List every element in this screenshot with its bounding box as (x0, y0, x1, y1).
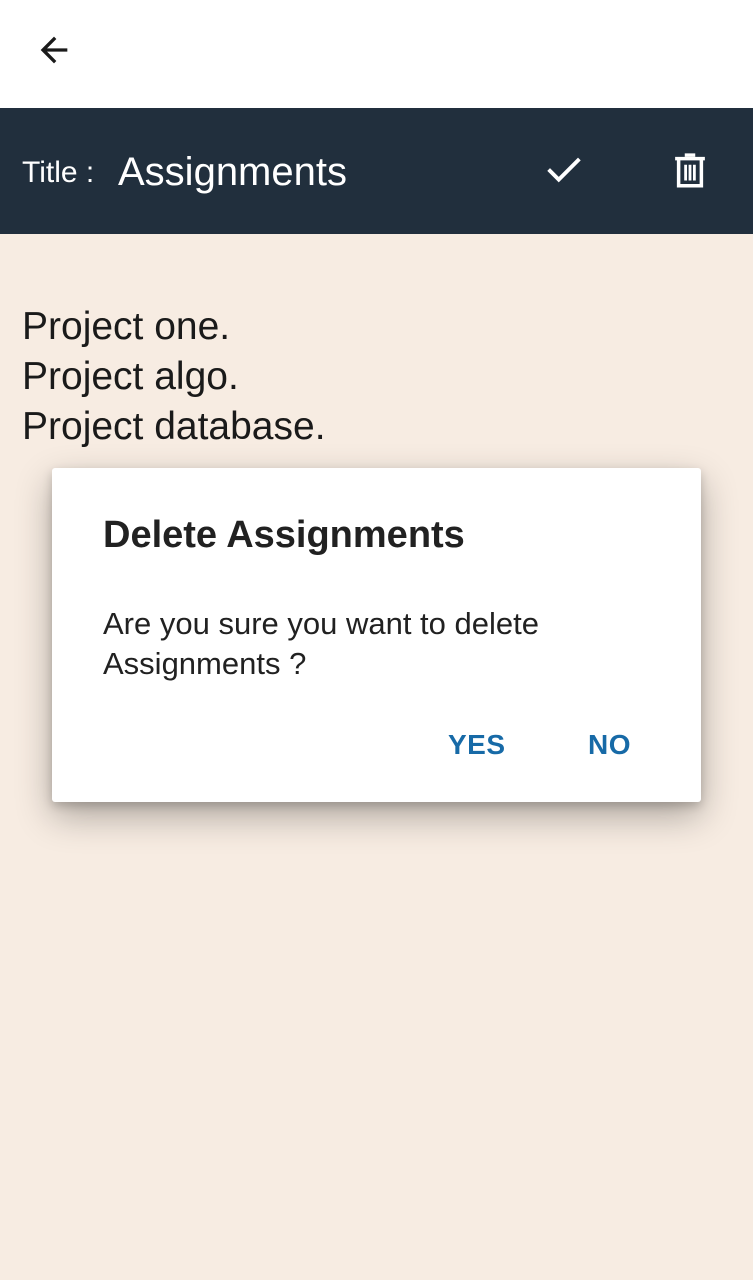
delete-confirm-dialog: Delete Assignments Are you sure you want… (52, 468, 701, 802)
dialog-title: Delete Assignments (103, 514, 465, 556)
dialog-message: Are you sure you want to delete Assignme… (103, 606, 539, 681)
note-line: Project database. (22, 405, 326, 448)
save-button[interactable] (530, 136, 598, 204)
no-button[interactable]: NO (574, 720, 645, 770)
back-button[interactable] (22, 18, 86, 82)
check-icon (547, 157, 581, 183)
yes-button[interactable]: YES (434, 720, 520, 770)
note-content[interactable]: Project one. Project algo. Project datab… (22, 302, 722, 452)
trash-icon (675, 153, 705, 188)
top-app-bar (0, 0, 753, 108)
title-label: Title : (22, 156, 95, 189)
arrow-left-icon (40, 36, 68, 64)
title-bar: Title : Assignments (0, 108, 753, 234)
note-line: Project algo. (22, 355, 239, 398)
note-line: Project one. (22, 305, 231, 348)
title-input[interactable]: Assignments (118, 148, 347, 196)
delete-button[interactable] (656, 136, 724, 204)
